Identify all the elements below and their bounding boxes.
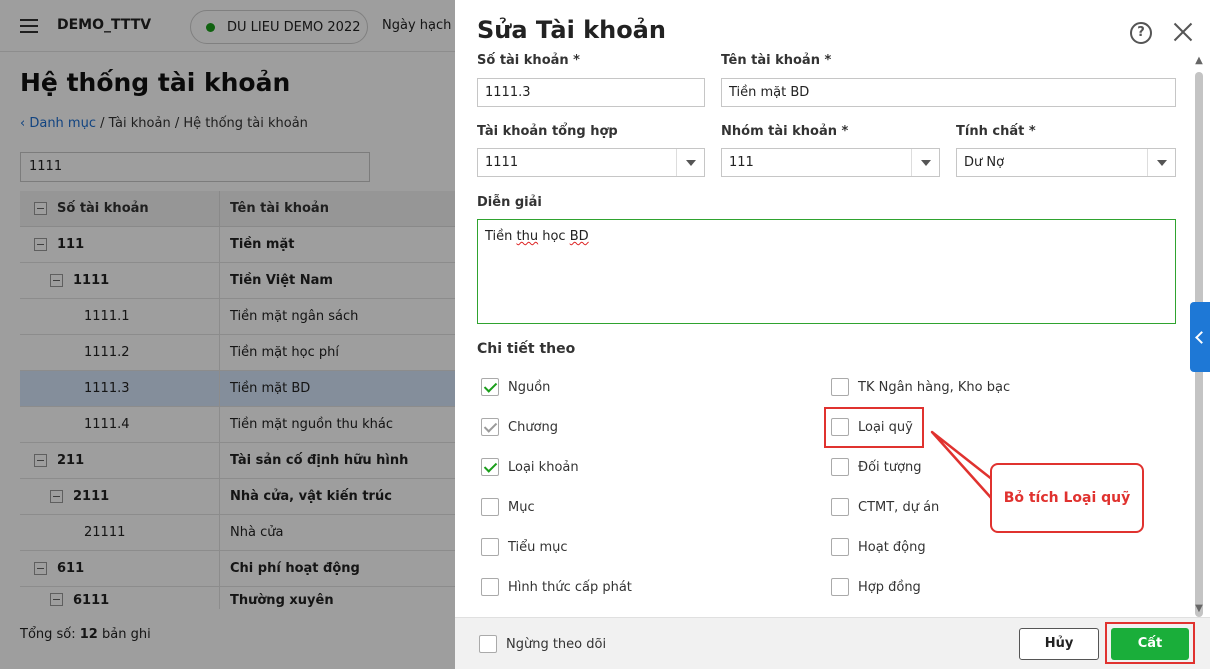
checkbox-icon[interactable] [481,378,499,396]
nature-select[interactable]: Dư Nợ [956,148,1176,177]
account-name-input[interactable]: Tiền mặt BD [721,78,1176,107]
chevron-down-icon[interactable] [1147,149,1175,176]
checkbox-muc[interactable]: Mục [481,498,535,516]
parent-account-label: Tài khoản tổng hợp [477,124,618,139]
checkbox-icon[interactable] [481,538,499,556]
account-name-label: Tên tài khoản * [721,53,832,68]
highlight-save-button [1105,622,1195,664]
checkbox-nguon[interactable]: Nguồn [481,378,550,396]
annotation-text: Bỏ tích Loại quỹ [1003,490,1131,506]
checkbox-hoat-dong[interactable]: Hoạt động [831,538,926,556]
checkbox-doi-tuong[interactable]: Đối tượng [831,458,922,476]
side-panel-toggle-icon[interactable] [1190,302,1210,372]
checkbox-stop-tracking[interactable]: Ngừng theo dõi [479,635,606,653]
edit-account-dialog: Sửa Tài khoản ? Số tài khoản * 1111.3 Tê… [455,0,1210,669]
checkbox-icon[interactable] [831,378,849,396]
checkbox-chuong[interactable]: Chương [481,418,558,436]
chevron-down-icon[interactable] [911,149,939,176]
dialog-footer: Ngừng theo dõi Hủy Cất [455,617,1210,669]
close-icon[interactable] [1171,20,1195,44]
highlight-loai-quy [824,407,924,448]
checkbox-hop-dong[interactable]: Hợp đồng [831,578,921,596]
checkbox-ctmt-du-an[interactable]: CTMT, dự án [831,498,939,516]
chevron-down-icon[interactable] [676,149,704,176]
checkbox-icon[interactable] [831,578,849,596]
account-no-label: Số tài khoản * [477,53,580,68]
description-label: Diễn giải [477,195,542,210]
dialog-title: Sửa Tài khoản [477,16,666,44]
checkbox-icon[interactable] [831,498,849,516]
checkbox-tieu-muc[interactable]: Tiểu mục [481,538,568,556]
checkbox-icon[interactable] [831,458,849,476]
parent-account-select[interactable]: 1111 [477,148,705,177]
checkbox-icon[interactable] [481,498,499,516]
account-group-select[interactable]: 111 [721,148,940,177]
account-no-input[interactable]: 1111.3 [477,78,705,107]
checkbox-icon[interactable] [479,635,497,653]
nature-label: Tính chất * [956,124,1036,139]
detail-section-title: Chi tiết theo [477,341,576,357]
checkbox-loai-khoan[interactable]: Loại khoản [481,458,579,476]
checkbox-tk-ngan-hang[interactable]: TK Ngân hàng, Kho bạc [831,378,1010,396]
checkbox-hinh-thuc-cap-phat[interactable]: Hình thức cấp phát [481,578,632,596]
description-textarea[interactable]: Tiền thu học BD [477,219,1176,324]
checkbox-icon[interactable] [481,418,499,436]
cancel-button[interactable]: Hủy [1019,628,1099,660]
scroll-up-icon[interactable]: ▲ [1194,56,1204,66]
annotation-callout: Bỏ tích Loại quỹ [990,463,1144,533]
checkbox-icon[interactable] [481,578,499,596]
checkbox-icon[interactable] [831,538,849,556]
scroll-down-icon[interactable]: ▼ [1194,604,1204,614]
account-group-label: Nhóm tài khoản * [721,124,849,139]
checkbox-icon[interactable] [481,458,499,476]
help-icon[interactable]: ? [1130,22,1152,44]
